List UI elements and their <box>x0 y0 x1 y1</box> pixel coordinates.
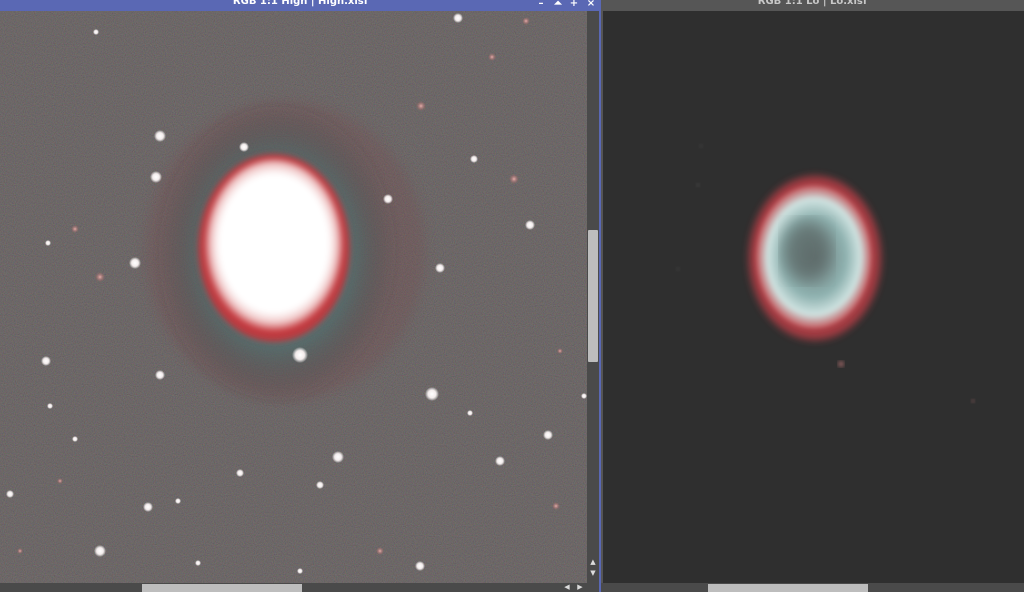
scroll-up-icon[interactable]: ▲ <box>587 557 599 567</box>
title-bar[interactable]: RGB 1:1 Lo | Lo.xisf <box>601 0 1024 11</box>
horizontal-scroll-thumb[interactable] <box>142 584 302 592</box>
maximize-icon[interactable]: + <box>569 0 579 10</box>
shade-icon[interactable]: ⏶ <box>553 0 563 10</box>
image-window-lo[interactable]: RGB 1:1 Lo | Lo.xisf <box>601 0 1024 592</box>
scroll-down-icon[interactable]: ▼ <box>587 568 599 578</box>
scrollbar-corner <box>587 583 599 592</box>
image-viewport[interactable] <box>0 11 587 583</box>
vertical-scroll-thumb[interactable] <box>588 230 598 362</box>
horizontal-scrollbar[interactable] <box>601 583 1024 592</box>
workspace: RGB 1:1 High | High.xisf – ⏶ + × ▲ ▼ ◀ ▶… <box>0 0 1024 592</box>
window-title: RGB 1:1 High | High.xisf <box>232 0 369 7</box>
vertical-scrollbar[interactable]: ▲ ▼ <box>587 11 599 583</box>
nebula-image-lo <box>603 11 1024 583</box>
horizontal-scrollbar[interactable]: ◀ ▶ <box>0 583 587 592</box>
scroll-left-icon[interactable]: ◀ <box>562 582 572 592</box>
minimize-icon[interactable]: – <box>536 0 546 10</box>
horizontal-scroll-thumb[interactable] <box>708 584 868 592</box>
window-title: RGB 1:1 Lo | Lo.xisf <box>757 0 868 7</box>
title-bar[interactable]: RGB 1:1 High | High.xisf – ⏶ + × <box>0 0 601 11</box>
close-icon[interactable]: × <box>586 0 596 10</box>
image-window-high[interactable]: RGB 1:1 High | High.xisf – ⏶ + × ▲ ▼ ◀ ▶ <box>0 0 601 592</box>
scroll-right-icon[interactable]: ▶ <box>575 582 585 592</box>
nebula-image-high <box>0 11 587 583</box>
image-viewport[interactable] <box>603 11 1024 583</box>
